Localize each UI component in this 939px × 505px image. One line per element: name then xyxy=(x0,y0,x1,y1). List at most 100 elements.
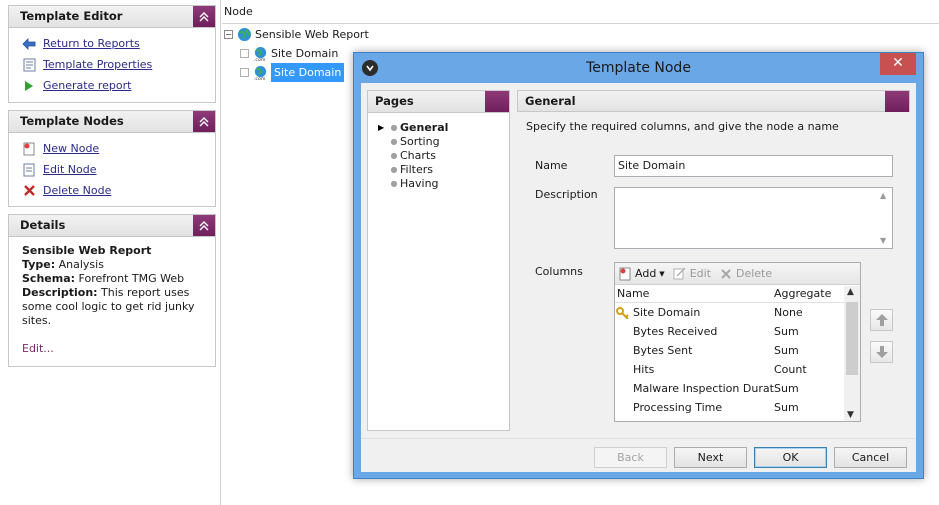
back-arrow-icon xyxy=(21,36,37,52)
new-node-link[interactable]: New Node xyxy=(9,138,215,159)
close-button[interactable]: ✕ xyxy=(880,53,916,75)
arrow-up-icon xyxy=(875,314,888,326)
cell-name: Site Domain xyxy=(633,306,701,319)
page-item-charts[interactable]: ● Charts xyxy=(378,149,509,163)
table-row[interactable]: Bytes Sent Sum xyxy=(615,341,860,360)
dropdown-arrow-icon[interactable]: ▼ xyxy=(659,270,664,278)
cell-aggregate: None xyxy=(774,306,803,319)
page-item-having[interactable]: ● Having xyxy=(378,177,509,191)
scroll-up-icon[interactable]: ▲ xyxy=(880,191,886,200)
scroll-down-icon[interactable]: ▼ xyxy=(880,236,886,245)
edit-column-button[interactable]: Edit xyxy=(673,267,711,281)
report-name: Sensible Web Report xyxy=(22,244,152,257)
edit-node-label[interactable]: Edit Node xyxy=(43,163,97,176)
domain-globe-icon: .com xyxy=(254,65,267,80)
next-button[interactable]: Next xyxy=(674,447,747,468)
collapse-button[interactable] xyxy=(193,6,215,27)
columns-label: Columns xyxy=(535,265,583,278)
dialog-button-bar: Back Next OK Cancel xyxy=(361,438,916,472)
properties-icon xyxy=(21,57,37,73)
move-down-button[interactable] xyxy=(870,341,893,363)
move-up-button[interactable] xyxy=(870,309,893,331)
cell-name: Hits xyxy=(633,363,655,376)
description-label: Description xyxy=(535,188,598,201)
page-item-general[interactable]: ▶ ● General xyxy=(378,121,509,135)
columns-toolbar: Add ▼ Edit Delete xyxy=(615,263,860,285)
edit-icon xyxy=(673,267,687,281)
chevron-up-icon xyxy=(199,11,209,21)
scroll-down-icon[interactable]: ▼ xyxy=(847,410,854,420)
new-node-label[interactable]: New Node xyxy=(43,142,99,155)
description-textarea[interactable]: ▲ ▼ xyxy=(614,187,893,249)
add-icon xyxy=(618,267,632,281)
edit-label: Edit xyxy=(689,267,711,280)
panel-title: Details xyxy=(20,218,66,232)
tree-node-row[interactable]: .com Site Domain xyxy=(240,44,338,63)
ok-button[interactable]: OK xyxy=(754,447,827,468)
textarea-scrollbar[interactable]: ▲ ▼ xyxy=(876,188,892,248)
generate-report-link[interactable]: Generate report xyxy=(9,75,215,96)
edit-node-link[interactable]: Edit Node xyxy=(9,159,215,180)
cell-aggregate: Sum xyxy=(774,382,799,395)
cancel-button[interactable]: Cancel xyxy=(834,447,907,468)
return-to-reports-link[interactable]: Return to Reports xyxy=(9,33,215,54)
delete-icon xyxy=(21,183,37,199)
column-header-name[interactable]: Name xyxy=(615,285,774,302)
page-item-filters[interactable]: ● Filters xyxy=(378,163,509,177)
chevron-up-icon xyxy=(199,116,209,126)
table-row[interactable]: Site Domain None xyxy=(615,303,860,322)
delete-node-link[interactable]: Delete Node xyxy=(9,180,215,201)
arrow-down-icon xyxy=(875,346,888,358)
tree-root-row[interactable]: − Sensible Web Report xyxy=(224,25,369,44)
collapse-button[interactable] xyxy=(193,215,215,236)
table-row[interactable]: Hits Count xyxy=(615,360,860,379)
chevron-up-icon xyxy=(199,220,209,230)
template-node-dialog: Template Node ✕ Pages ▶ ● General ● Sort… xyxy=(353,52,924,479)
globe-icon xyxy=(237,27,252,42)
template-properties-link[interactable]: Template Properties xyxy=(9,54,215,75)
edit-details-link[interactable]: Edit... xyxy=(22,342,54,356)
dialog-title: Template Node xyxy=(586,60,691,76)
general-panel: General Specify the required columns, an… xyxy=(517,90,910,431)
node-checkbox[interactable] xyxy=(240,68,249,77)
schema-label: Schema: xyxy=(22,272,76,285)
template-properties-label[interactable]: Template Properties xyxy=(43,58,152,71)
panel-title: Pages xyxy=(375,94,414,108)
add-column-button[interactable]: Add ▼ xyxy=(618,267,665,281)
panel-title: Template Editor xyxy=(20,9,123,23)
close-icon: ✕ xyxy=(892,55,904,71)
grid-scrollbar[interactable]: ▲ ▼ xyxy=(844,286,860,421)
scroll-up-icon[interactable]: ▲ xyxy=(847,287,854,297)
tree-node-row[interactable]: .com Site Domain xyxy=(240,63,345,82)
delete-column-button[interactable]: Delete xyxy=(719,267,772,281)
name-input[interactable]: Site Domain xyxy=(614,155,893,177)
scrollbar-thumb[interactable] xyxy=(846,302,858,375)
cell-name: Bytes Received xyxy=(633,325,718,338)
tree-node-label-selected: Site Domain xyxy=(271,63,345,82)
new-node-icon xyxy=(21,141,37,157)
delete-node-label[interactable]: Delete Node xyxy=(43,184,111,197)
panel-header: Template Editor xyxy=(9,6,215,28)
cell-name: Bytes Sent xyxy=(633,344,693,357)
column-header-aggregate[interactable]: Aggregate xyxy=(774,285,846,302)
table-row[interactable]: Malware Inspection Durati... Sum xyxy=(615,379,860,398)
pages-panel: Pages ▶ ● General ● Sorting ● Charts ● F… xyxy=(367,90,510,431)
general-description: Specify the required columns, and give t… xyxy=(526,120,839,133)
description-label: Description: xyxy=(22,286,98,299)
node-checkbox[interactable] xyxy=(240,49,249,58)
template-nodes-panel: Template Nodes New Node Edit Node Delete… xyxy=(8,110,216,207)
page-item-sorting[interactable]: ● Sorting xyxy=(378,135,509,149)
collapse-button[interactable] xyxy=(193,111,215,132)
key-icon xyxy=(616,307,629,319)
collapse-tree-icon[interactable]: − xyxy=(224,30,233,39)
return-to-reports-label[interactable]: Return to Reports xyxy=(43,37,140,50)
generate-report-label[interactable]: Generate report xyxy=(43,79,131,92)
table-row[interactable]: Bytes Received Sum xyxy=(615,322,860,341)
play-icon xyxy=(21,78,37,94)
back-button[interactable]: Back xyxy=(594,447,667,468)
tree-column-header: Node xyxy=(222,0,939,24)
type-value: Analysis xyxy=(58,258,104,271)
type-label: Type: xyxy=(22,258,56,271)
table-row[interactable]: Processing Time Sum xyxy=(615,398,860,417)
page-label: General xyxy=(400,121,449,134)
